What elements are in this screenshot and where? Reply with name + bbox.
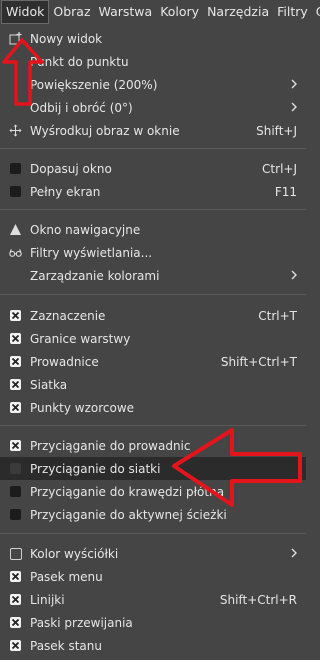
menu-item-paski-przewijania[interactable]: Paski przewijania <box>0 611 306 634</box>
menu-item-filtry-wyswietlania[interactable]: Filtry wyświetlania... <box>0 241 306 264</box>
menu-item-label: Zaznaczenie <box>30 308 106 323</box>
menu-item-label: Punkt do punktu <box>30 54 129 69</box>
menubar: Widok Obraz Warstwa Kolory Narzędzia Fil… <box>0 0 320 25</box>
glasses-icon <box>9 246 22 259</box>
menu-item-label: Paski przewijania <box>30 615 133 630</box>
shortcut-label: Ctrl+T <box>258 308 297 323</box>
unchecked-checkbox-icon <box>9 462 22 475</box>
menu-item-nowy-widok[interactable]: Nowy widok <box>0 27 306 50</box>
menu-item-label: Okno nawigacyjne <box>30 222 141 237</box>
shortcut-label: Shift+Ctrl+R <box>219 592 297 607</box>
menu-filtry[interactable]: Filtry <box>273 0 312 24</box>
checked-checkbox-icon <box>9 378 22 391</box>
menu-item-label: Prowadnice <box>30 354 99 369</box>
menu-item-label: Powiększenie (200%) <box>30 77 158 92</box>
menu-item-label: Linijki <box>30 592 65 607</box>
menu-item-okno-nawigacyjne[interactable]: Okno nawigacyjne <box>0 218 306 241</box>
unchecked-checkbox-icon <box>9 508 22 521</box>
menu-item-label: Filtry wyświetlania... <box>30 245 153 260</box>
chevron-right-icon <box>290 101 298 115</box>
checked-checkbox-icon <box>9 593 22 606</box>
new-view-icon <box>9 32 22 45</box>
menu-item-label: Granice warstwy <box>30 331 131 346</box>
checked-checkbox-icon <box>9 639 22 652</box>
menu-item-label: Przyciąganie do siatki <box>30 461 161 476</box>
shortcut-label: Ctrl+J <box>262 161 297 176</box>
menu-item-przyciaganie-do-sciezki[interactable]: Przyciąganie do aktywnej ścieżki <box>0 503 306 526</box>
menu-item-label: Wyśrodkuj obraz w oknie <box>30 123 180 138</box>
chevron-right-icon <box>290 547 298 561</box>
unchecked-checkbox-icon <box>9 185 22 198</box>
menu-item-pasek-menu[interactable]: Pasek menu <box>0 565 306 588</box>
menu-item-label: Pasek stanu <box>30 638 102 653</box>
unchecked-checkbox-icon <box>9 162 22 175</box>
checked-checkbox-icon <box>9 309 22 322</box>
checked-checkbox-icon <box>9 355 22 368</box>
menu-item-label: Zarządzanie kolorami <box>30 268 160 283</box>
menu-item-label: Siatka <box>30 377 68 392</box>
menu-kolory[interactable]: Kolory <box>156 0 203 24</box>
menu-item-dopasuj-okno[interactable]: Dopasuj okno Ctrl+J <box>0 157 306 180</box>
checked-checkbox-icon <box>9 332 22 345</box>
menu-item-przyciaganie-do-prowadnic[interactable]: Przyciąganie do prowadnic <box>0 434 306 457</box>
menu-item-label: Kolor wyściółki <box>30 546 119 561</box>
menu-item-granice-warstwy[interactable]: Granice warstwy <box>0 327 306 350</box>
menu-item-zaznaczenie[interactable]: Zaznaczenie Ctrl+T <box>0 304 306 327</box>
checked-checkbox-icon <box>9 570 22 583</box>
menu-item-prowadnice[interactable]: Prowadnice Shift+Ctrl+T <box>0 350 306 373</box>
menu-obraz[interactable]: Obraz <box>49 0 94 24</box>
empty-checkbox-icon <box>9 547 22 560</box>
separator <box>0 148 306 149</box>
view-dropdown-menu: Nowy widok Punkt do punktu Powiększenie … <box>0 24 306 660</box>
menu-item-label: Przyciąganie do aktywnej ścieżki <box>30 507 227 522</box>
menu-item-punkt-do-punktu[interactable]: Punkt do punktu <box>0 50 306 73</box>
menu-item-label: Przyciąganie do prowadnic <box>30 438 191 453</box>
checked-checkbox-icon <box>9 616 22 629</box>
menu-item-punkty-wzorcowe[interactable]: Punkty wzorcowe <box>0 396 306 419</box>
menu-item-label: Odbij i obróć (0°) <box>30 100 133 115</box>
checked-checkbox-icon <box>9 439 22 452</box>
chevron-right-icon <box>290 78 298 92</box>
menu-item-label: Nowy widok <box>30 31 103 46</box>
menu-item-linijki[interactable]: Linijki Shift+Ctrl+R <box>0 588 306 611</box>
menu-item-label: Pełny ekran <box>30 184 101 199</box>
separator <box>0 294 306 295</box>
navigation-icon <box>9 223 22 236</box>
shortcut-label: Shift+Ctrl+T <box>220 354 297 369</box>
separator <box>0 533 306 534</box>
menu-item-odbij-i-obroc[interactable]: Odbij i obróć (0°) <box>0 96 306 119</box>
separator <box>0 425 306 426</box>
menu-widok[interactable]: Widok <box>1 0 50 24</box>
menu-o[interactable]: O <box>312 0 320 24</box>
menu-item-powiekszenie[interactable]: Powiększenie (200%) <box>0 73 306 96</box>
checked-checkbox-icon <box>9 401 22 414</box>
menu-item-siatka[interactable]: Siatka <box>0 373 306 396</box>
menu-item-wysrodkuj[interactable]: Wyśrodkuj obraz w oknie Shift+J <box>0 119 306 142</box>
shortcut-label: Shift+J <box>256 123 297 138</box>
menu-item-label: Pasek menu <box>30 569 103 584</box>
menu-item-kolor-wysciolki[interactable]: Kolor wyściółki <box>0 542 306 565</box>
menu-item-label: Punkty wzorcowe <box>30 400 135 415</box>
menu-narzedzia[interactable]: Narzędzia <box>203 0 273 24</box>
menu-item-pasek-stanu[interactable]: Pasek stanu <box>0 634 306 657</box>
menu-warstwa[interactable]: Warstwa <box>95 0 157 24</box>
menu-item-pelny-ekran[interactable]: Pełny ekran F11 <box>0 180 306 203</box>
menu-item-label: Dopasuj okno <box>30 161 112 176</box>
menu-item-zarzadzanie-kolorami[interactable]: Zarządzanie kolorami <box>0 264 306 287</box>
unchecked-checkbox-icon <box>9 485 22 498</box>
menu-item-przyciaganie-do-siatki[interactable]: Przyciąganie do siatki <box>0 457 306 480</box>
menu-item-label: Przyciąganie do krawędzi płótna <box>30 484 225 499</box>
chevron-right-icon <box>290 269 298 283</box>
menu-item-przyciaganie-do-krawedzi[interactable]: Przyciąganie do krawędzi płótna <box>0 480 306 503</box>
shortcut-label: F11 <box>274 184 297 199</box>
separator <box>0 209 306 210</box>
move-icon <box>9 124 22 137</box>
